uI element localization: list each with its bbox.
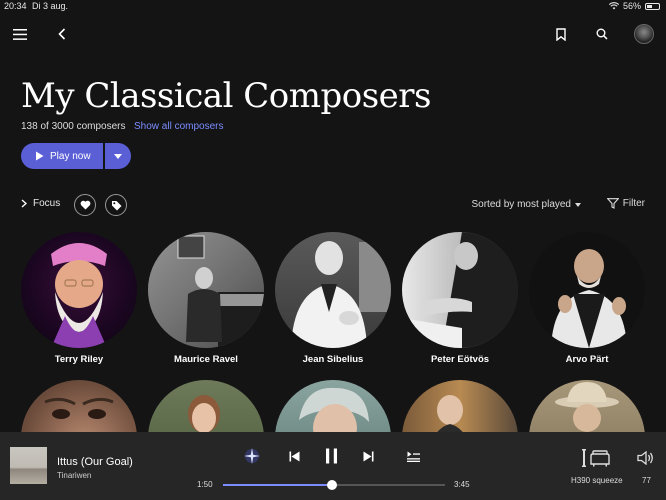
page-title: My Classical Composers	[21, 76, 431, 116]
play-icon	[36, 151, 44, 161]
track-title[interactable]: Ittus (Our Goal)	[57, 456, 133, 468]
previous-button[interactable]	[284, 446, 304, 466]
play-now-button[interactable]: Play now	[21, 143, 103, 169]
back-button[interactable]	[52, 24, 72, 44]
composer-name: Peter Eötvös	[430, 354, 490, 365]
bookmark-icon	[556, 27, 566, 41]
composer-card[interactable]: Jean Sibelius	[275, 232, 391, 365]
play-now-label: Play now	[50, 150, 91, 162]
composer-card[interactable]: Arvo Pärt	[529, 232, 645, 365]
composer-portrait	[529, 232, 645, 348]
tag-filter-button[interactable]	[105, 194, 127, 216]
filter-row: Focus Sorted by most played Filter	[21, 194, 651, 216]
filter-button[interactable]: Filter	[606, 198, 645, 209]
composer-name: Maurice Ravel	[174, 354, 238, 365]
skip-next-icon	[363, 451, 373, 461]
portrait-image	[51, 243, 107, 348]
battery-percent: 56%	[622, 1, 641, 11]
profile-button[interactable]	[634, 24, 654, 44]
show-all-composers-link[interactable]: Show all composers	[134, 121, 223, 132]
portrait-image	[291, 241, 391, 348]
composer-portrait	[148, 232, 264, 348]
battery-level	[647, 4, 653, 8]
status-time: 20:34	[4, 1, 27, 11]
portrait-image	[551, 249, 627, 348]
now-playing-bar: Ittus (Our Goal) Tinariwen 1:50 3:45 H39…	[0, 432, 666, 500]
progress-fill	[223, 484, 332, 486]
progress-bar[interactable]	[223, 480, 445, 490]
caret-down-icon	[575, 202, 581, 207]
composer-portrait	[402, 232, 518, 348]
volume-button[interactable]	[636, 448, 656, 468]
skip-previous-icon	[289, 451, 299, 461]
queue-icon	[406, 451, 420, 462]
sparkle-icon	[244, 448, 260, 464]
device-button[interactable]	[582, 448, 612, 468]
composer-portrait	[21, 232, 137, 348]
play-controls: Play now	[21, 143, 131, 169]
pause-icon	[325, 448, 337, 464]
radio-button[interactable]	[242, 446, 262, 466]
wifi-icon	[608, 2, 619, 10]
total-time: 3:45	[454, 480, 470, 489]
volume-icon	[637, 451, 653, 465]
tag-icon	[111, 200, 121, 210]
chevron-right-icon	[21, 199, 27, 208]
queue-button[interactable]	[403, 446, 423, 466]
caret-down-icon	[114, 153, 122, 159]
battery-icon	[645, 2, 660, 10]
portrait-image	[402, 232, 518, 348]
chevron-left-icon	[58, 28, 66, 40]
heart-icon	[80, 200, 90, 210]
composer-portrait	[275, 232, 391, 348]
status-bar: 20:34 Di 3 aug. 56%	[0, 0, 666, 13]
pause-button[interactable]	[321, 446, 341, 466]
composer-name: Arvo Pärt	[565, 354, 609, 365]
top-bar	[0, 20, 666, 48]
favorites-filter-button[interactable]	[74, 194, 96, 216]
status-right: 56%	[608, 1, 660, 11]
hamburger-icon	[13, 28, 27, 40]
speaker-device-icon	[582, 449, 610, 467]
sort-label: Sorted by most played	[471, 199, 572, 210]
composer-count: 138 of 3000 composers	[21, 121, 126, 132]
volume-level: 77	[642, 476, 651, 485]
next-button[interactable]	[358, 446, 378, 466]
avatar	[634, 24, 654, 44]
track-artist[interactable]: Tinariwen	[57, 471, 91, 480]
focus-toggle[interactable]: Focus	[21, 198, 60, 209]
filter-label: Filter	[622, 198, 645, 209]
play-options-button[interactable]	[105, 143, 131, 169]
composer-card[interactable]: Terry Riley	[21, 232, 137, 365]
elapsed-time: 1:50	[197, 480, 213, 489]
device-name[interactable]: H390 squeeze	[571, 476, 623, 485]
sort-dropdown[interactable]: Sorted by most played	[471, 199, 581, 210]
status-date: Di 3 aug.	[32, 1, 69, 11]
composer-card[interactable]: Maurice Ravel	[148, 232, 264, 365]
search-button[interactable]	[592, 24, 612, 44]
search-icon	[596, 28, 608, 40]
focus-label: Focus	[33, 198, 61, 209]
bookmark-button[interactable]	[551, 24, 571, 44]
funnel-icon	[606, 198, 619, 209]
progress-knob[interactable]	[326, 480, 337, 490]
album-art[interactable]	[10, 447, 47, 484]
composer-name: Terry Riley	[54, 354, 104, 365]
portrait-image	[148, 232, 264, 348]
menu-button[interactable]	[10, 24, 30, 44]
composer-card[interactable]: Peter Eötvös	[402, 232, 518, 365]
composer-name: Jean Sibelius	[302, 354, 364, 365]
